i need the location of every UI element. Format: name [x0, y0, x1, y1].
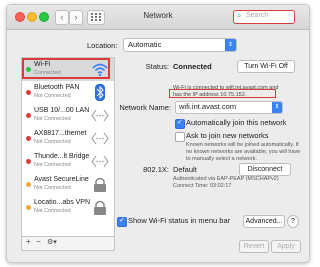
- service-list: Wi-Fi Connected Bluetooth PAN Not Connec…: [21, 57, 115, 251]
- status-dot: [26, 159, 31, 164]
- chevron-updown-icon: ⇕: [272, 102, 282, 113]
- auth-label: 802.1X:: [143, 165, 169, 174]
- service-name: AX8817...thernet: [34, 130, 87, 137]
- title-bar: ‹ › Network ⌕ Search: [7, 5, 309, 30]
- service-name: Bluetooth PAN: [34, 84, 80, 91]
- wifi-icon: [92, 63, 108, 77]
- remove-service-button[interactable]: −: [36, 237, 41, 246]
- ethernet-icon: [91, 155, 109, 168]
- status-dot: [26, 136, 31, 141]
- ask-join-label: Ask to join new networks: [186, 131, 269, 140]
- gear-icon[interactable]: ⚙︎▾: [47, 238, 57, 246]
- status-dot: [26, 205, 31, 210]
- service-item-bluetooth-pan[interactable]: Bluetooth PAN Not Connected: [22, 81, 114, 104]
- revert-button[interactable]: Revert: [239, 240, 269, 253]
- service-name: Thunde...lt Bridge: [34, 153, 90, 160]
- search-placeholder: Search: [246, 12, 269, 19]
- service-status: Connected: [34, 70, 61, 76]
- search-field[interactable]: ⌕ Search: [233, 10, 295, 24]
- lock-icon: [94, 177, 106, 192]
- network-name-label: Network Name:: [119, 103, 171, 112]
- help-button[interactable]: ?: [287, 215, 299, 228]
- service-item-usb-lan[interactable]: USB 10/...00 LAN Not Connected: [22, 104, 114, 127]
- location-label: Location:: [87, 41, 118, 50]
- service-item-thunderbolt-bridge[interactable]: Thunde...lt Bridge Not Connected: [22, 150, 114, 173]
- network-name-select[interactable]: wifi.int.avast.com ⇕: [175, 101, 283, 114]
- status-label: Status:: [145, 62, 169, 71]
- add-service-button[interactable]: +: [26, 237, 31, 246]
- service-status: Not Connected: [34, 93, 71, 99]
- service-name: Wi-Fi: [34, 61, 51, 68]
- turn-wifi-off-button[interactable]: Turn Wi-Fi Off: [237, 60, 295, 73]
- status-dot: [26, 67, 31, 72]
- auth-value: Default: [173, 165, 197, 174]
- show-status-checkbox[interactable]: [117, 216, 127, 227]
- status-note-line-1: Wi-Fi is connected to wifi.int.avast.com…: [173, 85, 279, 91]
- service-status: Not Connected: [34, 185, 71, 191]
- auto-join-label: Automatically join this network: [186, 118, 287, 127]
- status-value: Connected: [173, 62, 212, 71]
- auto-join-checkbox[interactable]: [175, 118, 185, 129]
- service-item-location-vpn[interactable]: Locatio...abs VPN Not Connected: [22, 196, 114, 219]
- ask-join-help-line-1: Known networks will be joined automatica…: [186, 142, 299, 148]
- ask-join-help: Known networks will be joined automatica…: [186, 142, 306, 163]
- service-item-ax8817-ethernet[interactable]: AX8817...thernet Not Connected: [22, 127, 114, 150]
- service-name: Avast SecureLine: [34, 176, 89, 183]
- network-name-value: wifi.int.avast.com: [179, 102, 237, 111]
- status-note-line-2: has the IP address 10.75.152.: [173, 92, 247, 98]
- ask-join-checkbox[interactable]: [175, 132, 185, 142]
- ask-join-help-line-2: no known networks are available, you wil…: [186, 149, 301, 155]
- status-dot: [26, 182, 31, 187]
- service-status: Not Connected: [34, 139, 71, 145]
- service-list-toolbar: + − ⚙︎▾: [22, 236, 114, 250]
- network-preferences-window: ‹ › Network ⌕ Search Location: Automatic…: [6, 4, 310, 263]
- show-status-label: Show Wi-Fi status in menu bar: [128, 216, 231, 225]
- advanced-button[interactable]: Advanced...: [243, 215, 285, 228]
- chevron-updown-icon: ⇕: [225, 39, 236, 51]
- service-name: USB 10/...00 LAN: [34, 107, 90, 114]
- auth-detail-line-1: Authenticated via EAP-PEAP (MSCHAPv2): [173, 176, 279, 182]
- auth-detail-line-2: Connect Time: 03:02:17: [173, 183, 232, 189]
- service-status: Not Connected: [34, 162, 71, 168]
- service-status: Not Connected: [34, 116, 71, 122]
- service-item-avast-secureline[interactable]: Avast SecureLine Not Connected: [22, 173, 114, 196]
- ethernet-icon: [91, 132, 109, 145]
- status-note: Wi-Fi is connected to wifi.int.avast.com…: [173, 85, 291, 99]
- location-value: Automatic: [128, 40, 162, 49]
- ask-join-help-line-3: to manually select a network.: [186, 156, 257, 162]
- service-name: Locatio...abs VPN: [34, 199, 91, 206]
- bluetooth-icon: [95, 84, 105, 101]
- apply-button[interactable]: Apply: [271, 240, 301, 253]
- service-status: Not Connected: [34, 208, 71, 214]
- service-item-wifi[interactable]: Wi-Fi Connected: [22, 58, 114, 81]
- disconnect-button[interactable]: Disconnect: [239, 163, 291, 176]
- lock-icon: [94, 200, 106, 215]
- search-icon: ⌕: [237, 11, 242, 20]
- status-dot: [26, 113, 31, 118]
- status-dot: [26, 90, 31, 95]
- location-select[interactable]: Automatic ⇕: [123, 38, 237, 52]
- auth-details: Authenticated via EAP-PEAP (MSCHAPv2) Co…: [173, 176, 303, 190]
